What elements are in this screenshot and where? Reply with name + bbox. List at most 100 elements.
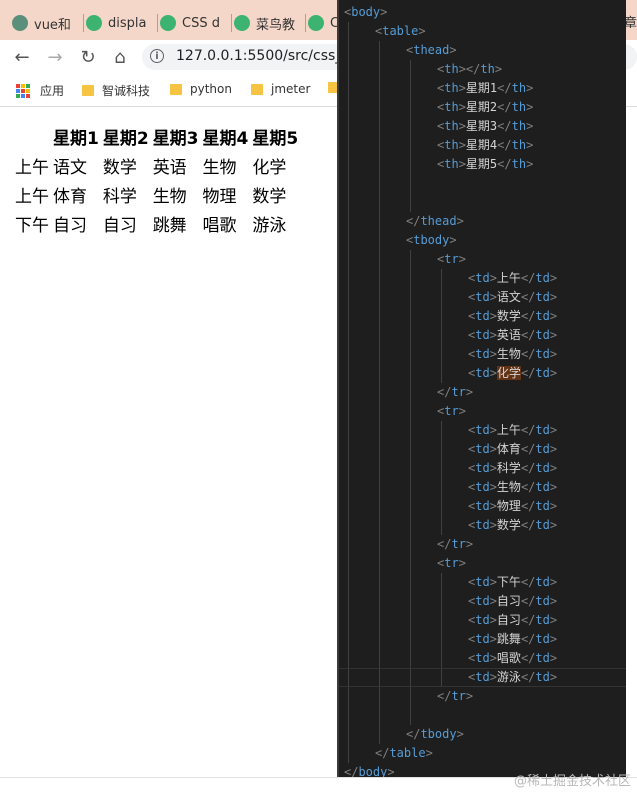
bookmark-python[interactable]: python bbox=[170, 82, 232, 96]
header-cell: 星期1 bbox=[53, 129, 99, 149]
code-line[interactable]: <th>星期5</th> bbox=[437, 155, 533, 174]
code-line[interactable]: <tr> bbox=[437, 554, 466, 573]
code-line[interactable]: <td>语文</td> bbox=[468, 288, 557, 307]
code-tag-name: td bbox=[475, 518, 490, 532]
code-line[interactable]: </tr> bbox=[437, 535, 473, 554]
browser-tab[interactable]: vue和 bbox=[12, 6, 84, 40]
code-tag-name: td bbox=[475, 328, 490, 342]
code-bracket: > bbox=[489, 309, 497, 323]
code-tag-name: td bbox=[535, 309, 550, 323]
codepen-icon bbox=[86, 15, 102, 31]
code-line[interactable]: </thead> bbox=[406, 212, 464, 231]
home-icon[interactable]: ⌂ bbox=[108, 45, 132, 69]
code-line[interactable]: <tr> bbox=[437, 250, 466, 269]
code-bracket: > bbox=[418, 24, 426, 38]
reload-icon[interactable]: ↻ bbox=[76, 45, 100, 69]
browser-tab[interactable]: CSS d bbox=[160, 6, 232, 40]
code-line[interactable]: <td>游泳</td> bbox=[468, 668, 557, 687]
code-line[interactable]: <td>化学</td> bbox=[468, 364, 557, 383]
code-tag-name: td bbox=[535, 613, 550, 627]
forward-arrow-icon[interactable]: → bbox=[43, 45, 67, 69]
table-cell: 语文 bbox=[53, 158, 87, 178]
code-line[interactable]: <table> bbox=[375, 22, 426, 41]
code-tag-name: tr bbox=[451, 689, 466, 703]
code-line[interactable]: <td>生物</td> bbox=[468, 345, 557, 364]
code-line[interactable]: <td>上午</td> bbox=[468, 421, 557, 440]
code-line[interactable]: <td>数学</td> bbox=[468, 307, 557, 326]
code-bracket: > bbox=[458, 157, 466, 171]
code-bracket: > bbox=[449, 233, 457, 247]
code-line[interactable]: <th>星期3</th> bbox=[437, 117, 533, 136]
code-text: 语文 bbox=[496, 290, 521, 304]
code-line[interactable]: <th>星期4</th> bbox=[437, 136, 533, 155]
bookmark-apps[interactable]: 应用 bbox=[16, 82, 64, 99]
code-bracket: > bbox=[458, 252, 466, 266]
browser-tab[interactable]: C bbox=[308, 6, 338, 40]
bookmark-zhicheng[interactable]: 智诚科技 bbox=[82, 82, 150, 99]
code-line[interactable]: <td>数学</td> bbox=[468, 516, 557, 535]
watermark: @稀土掘金技术社区 bbox=[513, 774, 631, 789]
code-line[interactable]: <td>科学</td> bbox=[468, 459, 557, 478]
table-row: 上午 体育 科学 生物 物理 数学 bbox=[14, 181, 299, 208]
code-line[interactable]: <body> bbox=[344, 3, 387, 22]
table-cell: 下午 bbox=[15, 216, 49, 236]
code-tag-name: td bbox=[475, 613, 490, 627]
code-tag-name: td bbox=[535, 366, 550, 380]
code-tag-name: th bbox=[444, 157, 459, 171]
code-line[interactable]: <thead> bbox=[406, 41, 457, 60]
code-tag-name: td bbox=[475, 309, 490, 323]
code-bracket: </ bbox=[437, 689, 452, 703]
code-bracket: > bbox=[380, 5, 388, 19]
code-bracket: > bbox=[549, 366, 558, 380]
code-text: 英语 bbox=[496, 328, 521, 342]
code-line[interactable]: <td>自习</td> bbox=[468, 611, 557, 630]
code-line[interactable]: <th></th> bbox=[437, 60, 502, 79]
code-line[interactable]: <td>物理</td> bbox=[468, 497, 557, 516]
code-bracket: </ bbox=[497, 138, 512, 152]
code-bracket: > bbox=[489, 670, 497, 684]
code-bracket: > bbox=[489, 480, 497, 494]
code-line[interactable]: <td>体育</td> bbox=[468, 440, 557, 459]
code-line[interactable]: <td>下午</td> bbox=[468, 573, 557, 592]
browser-tab[interactable]: displa bbox=[86, 6, 158, 40]
code-line[interactable]: </tr> bbox=[437, 687, 473, 706]
code-line[interactable]: <tbody> bbox=[406, 231, 457, 250]
code-line[interactable]: <tr> bbox=[437, 402, 466, 421]
code-line[interactable]: </table> bbox=[375, 744, 433, 763]
code-tag-name: td bbox=[475, 423, 490, 437]
back-arrow-icon[interactable]: ← bbox=[10, 45, 34, 69]
code-line[interactable]: <td>上午</td> bbox=[468, 269, 557, 288]
table-cell: 自习 bbox=[102, 216, 137, 236]
code-bracket: > bbox=[549, 632, 558, 646]
tab-label: CSS d bbox=[182, 15, 220, 31]
code-tag-name: td bbox=[535, 594, 550, 608]
code-line[interactable]: <td>唱歌</td> bbox=[468, 649, 557, 668]
code-line[interactable]: <td>自习</td> bbox=[468, 592, 557, 611]
code-bracket: > bbox=[526, 157, 534, 171]
code-line[interactable]: </tr> bbox=[437, 383, 473, 402]
code-text: 游泳 bbox=[496, 670, 521, 684]
code-line[interactable]: <td>跳舞</td> bbox=[468, 630, 557, 649]
browser-tab[interactable]: 菜鸟教 bbox=[234, 6, 306, 40]
code-text: 上午 bbox=[496, 271, 521, 285]
code-bracket: </ bbox=[520, 271, 536, 285]
code-line[interactable]: <th>星期2</th> bbox=[437, 98, 533, 117]
code-bracket: </ bbox=[520, 442, 536, 456]
code-panel[interactable]: <body> <table> <thead> <th></th> <th>星期1</th… bbox=[337, 0, 626, 781]
table-cell: 生物 bbox=[202, 158, 237, 178]
bookmark-jmeter[interactable]: jmeter bbox=[251, 82, 310, 96]
page-viewport: 星期1 星期2 星期3 星期4 星期5 上午 语文 数学 英语 生物 化学 上午… bbox=[0, 107, 340, 777]
code-bracket: > bbox=[458, 81, 466, 95]
code-tag-name: td bbox=[535, 499, 550, 513]
code-line[interactable]: <td>英语</td> bbox=[468, 326, 557, 345]
code-line[interactable]: <td>生物</td> bbox=[468, 478, 557, 497]
code-bracket: </ bbox=[520, 423, 536, 437]
code-tag-name: tr bbox=[444, 404, 459, 418]
code-bracket: </ bbox=[520, 651, 536, 665]
code-line[interactable]: </tbody> bbox=[406, 725, 464, 744]
url-text[interactable]: 127.0.0.1:5500/src/css_st bbox=[176, 48, 355, 64]
site-info-icon[interactable]: i bbox=[150, 49, 164, 63]
code-line[interactable]: <th>星期1</th> bbox=[437, 79, 533, 98]
tab-separator bbox=[231, 14, 232, 32]
table-cell: 自习 bbox=[53, 216, 87, 236]
